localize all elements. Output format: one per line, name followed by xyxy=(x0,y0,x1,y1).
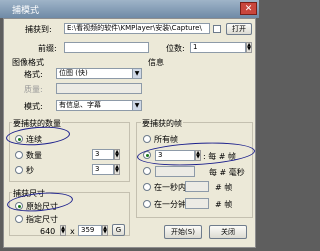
custom-size-label: 指定尺寸 xyxy=(26,215,58,224)
seconds-input[interactable]: 3 xyxy=(92,164,114,175)
mode-select-value: 有信息、字幕 xyxy=(59,101,101,109)
chevron-down-icon[interactable]: ▼ xyxy=(132,69,141,78)
quality-label: 质量: xyxy=(24,85,43,94)
per-minute-suffix: # 帧 xyxy=(215,200,233,209)
format-label: 格式: xyxy=(24,70,43,79)
quality-slider xyxy=(56,83,142,94)
width-value: 640 xyxy=(40,227,56,236)
count-input[interactable]: 3 xyxy=(92,149,114,160)
digits-spinner[interactable]: ▲ ▼ xyxy=(246,42,252,53)
seconds-label: 秒 xyxy=(26,166,34,175)
per-second-input xyxy=(185,181,209,192)
prefix-input[interactable] xyxy=(64,42,149,53)
count-spinner[interactable]: ▲ ▼ xyxy=(114,149,120,160)
width-spinner[interactable]: ▲ ▼ xyxy=(60,225,66,236)
per-second-suffix: # 帧 xyxy=(215,183,233,192)
every-ms-input xyxy=(155,166,195,177)
format-select-value: 位图 (快) xyxy=(59,69,88,77)
times-label: x xyxy=(70,227,75,236)
capture-dir-checkbox[interactable] xyxy=(213,25,221,33)
mode-label: 模式: xyxy=(24,102,43,111)
capture-dir-label: 捕获到: xyxy=(25,25,52,34)
per-second-radio[interactable] xyxy=(143,183,151,191)
start-button[interactable]: 开始(S) xyxy=(164,225,202,239)
all-frames-label: 所有帧 xyxy=(154,135,178,144)
per-second-label: 在一秒内 xyxy=(154,183,186,192)
seconds-radio[interactable] xyxy=(15,166,23,174)
window-title: 捕模式 xyxy=(12,6,40,16)
per-minute-input xyxy=(185,198,209,209)
info-title: 信息 xyxy=(148,58,164,67)
dialog-panel: 捕获到: E:\看视频的软件\KMPlayer\安装\Capture\ 打开 前… xyxy=(3,18,256,248)
prefix-label: 前缀: xyxy=(38,44,57,53)
capture-dir-input[interactable]: E:\看视频的软件\KMPlayer\安装\Capture\ xyxy=(64,23,210,34)
per-minute-radio[interactable] xyxy=(143,200,151,208)
capture-frames-title: 要捕获的帧 xyxy=(141,118,183,129)
g-button[interactable]: G xyxy=(112,224,125,236)
open-button[interactable]: 打开 xyxy=(226,23,252,35)
title-bar: 捕模式 ✕ xyxy=(0,0,259,18)
close-icon[interactable]: ✕ xyxy=(240,2,257,15)
height-spinner[interactable]: ▲ ▼ xyxy=(102,225,108,236)
count-radio[interactable] xyxy=(15,151,23,159)
all-frames-radio[interactable] xyxy=(143,135,151,143)
chevron-down-icon[interactable]: ▼ xyxy=(132,101,141,110)
custom-size-radio[interactable] xyxy=(15,215,23,223)
image-format-title: 图像格式 xyxy=(12,58,44,67)
every-ms-suffix: 每 # 毫秒 xyxy=(209,168,245,177)
close-button[interactable]: 关闭 xyxy=(209,225,247,239)
digits-input[interactable]: 1 xyxy=(190,42,246,53)
per-minute-label: 在一分钟 xyxy=(154,200,186,209)
mode-select[interactable]: 有信息、字幕 xyxy=(56,100,142,111)
count-label: 数量 xyxy=(26,151,42,160)
every-ms-radio[interactable] xyxy=(143,167,151,175)
digits-label: 位数: xyxy=(166,44,185,53)
height-input[interactable]: 359 xyxy=(78,225,102,236)
seconds-spinner[interactable]: ▲ ▼ xyxy=(114,164,120,175)
format-select[interactable]: 位图 (快) xyxy=(56,68,142,79)
